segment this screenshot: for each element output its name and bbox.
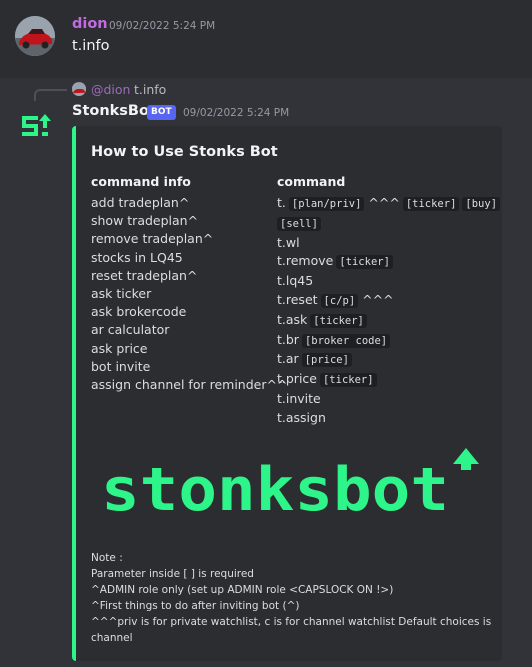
list-item: ar calculator bbox=[91, 322, 170, 338]
command-text: t.ar bbox=[277, 351, 299, 367]
note-line: Parameter inside [ ] is required bbox=[91, 568, 254, 580]
command-suffix: ^^^ bbox=[362, 291, 394, 307]
list-item: bot invite bbox=[91, 358, 151, 374]
list-item: assign channel for reminder^^ bbox=[91, 377, 288, 393]
list-item: reset tradeplan^ bbox=[91, 267, 198, 283]
command-text: t.wl bbox=[277, 234, 300, 250]
note-line: ^^^priv is for private watchlist, c is f… bbox=[91, 616, 492, 644]
stonksbot-logo-icon bbox=[18, 108, 54, 144]
list-item: t.ar [price] bbox=[277, 350, 497, 370]
command-info-list: add tradeplan^ show tradeplan^ remove tr… bbox=[91, 194, 288, 394]
list-item: t.br [broker code] bbox=[277, 331, 497, 351]
bot-badge: BOT bbox=[147, 105, 176, 120]
command-text: t.reset bbox=[277, 291, 318, 307]
note-line: ^ADMIN role only (set up ADMIN role <CAP… bbox=[91, 584, 394, 596]
command-list: t. [plan/priv] ^^^ [ticker] [buy] [sell] t.… bbox=[277, 194, 501, 428]
reply-connector bbox=[34, 89, 67, 101]
list-item: t.ask [ticker] bbox=[277, 311, 497, 331]
command-info-header: command info bbox=[91, 174, 191, 189]
list-item: [sell] bbox=[277, 214, 497, 234]
bot-avatar[interactable] bbox=[18, 108, 54, 144]
list-item: t.remove [ticker] bbox=[277, 252, 497, 272]
list-item: t.wl bbox=[277, 234, 497, 253]
inline-code: [c/p] bbox=[320, 293, 359, 308]
list-item: remove tradeplan^ bbox=[91, 231, 214, 247]
embed-title: How to Use Stonks Bot bbox=[91, 144, 278, 160]
inline-code: [ticker] bbox=[336, 255, 393, 270]
command-text: t.lq45 bbox=[277, 273, 314, 289]
inline-code: [sell] bbox=[277, 216, 321, 231]
list-item: stocks in LQ45 bbox=[91, 249, 183, 265]
car-avatar-icon bbox=[15, 16, 55, 56]
command-text: t.remove bbox=[277, 253, 334, 269]
timestamp: 09/02/2022 5:24 PM bbox=[183, 107, 290, 119]
svg-text:stonksbot: stonksbot bbox=[101, 455, 449, 518]
list-item: t. [plan/priv] ^^^ [ticker] [buy] bbox=[277, 194, 501, 214]
author-name[interactable]: dion bbox=[72, 16, 108, 32]
car-avatar-icon bbox=[72, 83, 86, 96]
list-item: add tradeplan^ bbox=[91, 195, 190, 210]
reply-content[interactable]: t.info bbox=[134, 82, 166, 97]
command-header: command bbox=[277, 174, 346, 189]
list-item: t.invite bbox=[277, 390, 497, 409]
inline-code: [buy] bbox=[462, 197, 501, 211]
list-item: ask price bbox=[91, 340, 148, 356]
command-text: t.assign bbox=[277, 409, 326, 425]
inline-code: [broker code] bbox=[301, 333, 391, 348]
inline-code: [ticker] bbox=[319, 373, 377, 388]
timestamp: 09/02/2022 5:24 PM bbox=[109, 20, 216, 32]
list-item: t.price [ticker] bbox=[277, 370, 497, 390]
inline-code: [price] bbox=[301, 353, 352, 368]
list-item: ask ticker bbox=[91, 286, 152, 302]
reply-author[interactable]: @dion bbox=[91, 82, 130, 97]
stonksbot-logo-image[interactable]: stonksbot bbox=[101, 448, 481, 525]
bot-embed: How to Use Stonks Bot command info comma… bbox=[72, 126, 502, 661]
command-text: t.br bbox=[277, 331, 299, 347]
bot-author-name[interactable]: StonksBot bbox=[72, 103, 156, 119]
list-item: t.reset [c/p] ^^^ bbox=[277, 291, 497, 311]
inline-code: [plan/priv] bbox=[288, 197, 365, 211]
list-item: show tradeplan^ bbox=[91, 213, 199, 229]
embed-notes: Note : Parameter inside [ ] is required … bbox=[91, 550, 496, 646]
list-item: t.assign bbox=[277, 409, 497, 428]
message-dion: dion 09/02/2022 5:24 PM t.info bbox=[0, 0, 532, 78]
note-line: ^First things to do after inviting bot (… bbox=[91, 600, 300, 612]
reply-avatar[interactable] bbox=[72, 82, 86, 96]
command-text: t. bbox=[277, 195, 286, 210]
command-text: t.price bbox=[277, 371, 317, 387]
list-item: ask brokercode bbox=[91, 304, 187, 320]
command-text: t.invite bbox=[277, 390, 321, 406]
note-line: Note : bbox=[91, 552, 123, 564]
avatar[interactable] bbox=[15, 16, 55, 56]
stonksbot-wordmark-icon: stonksbot bbox=[101, 448, 479, 525]
command-suffix: ^^^ bbox=[368, 195, 400, 210]
inline-code: [ticker] bbox=[310, 313, 367, 328]
command-text: t.ask bbox=[277, 311, 308, 327]
message-content: t.info bbox=[72, 38, 110, 54]
inline-code: [ticker] bbox=[402, 197, 460, 211]
list-item: t.lq45 bbox=[277, 272, 497, 291]
